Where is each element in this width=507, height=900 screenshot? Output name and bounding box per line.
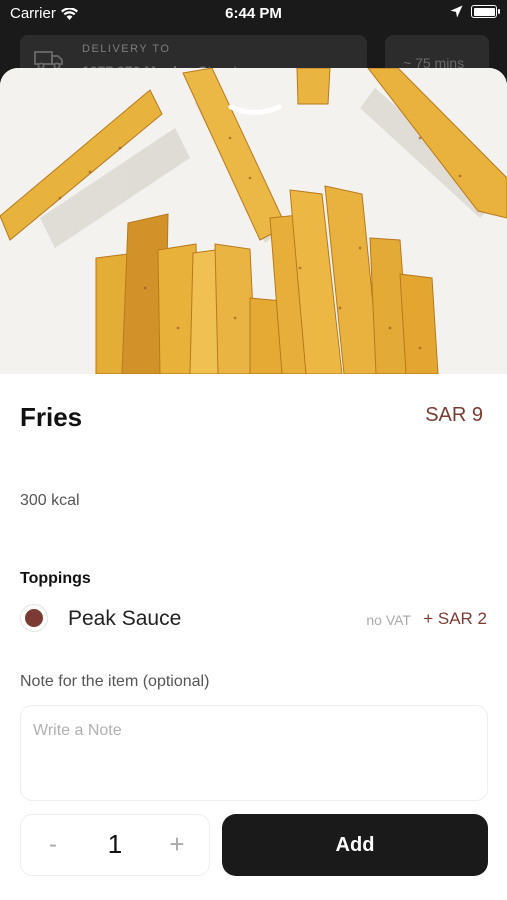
battery-icon xyxy=(471,5,500,18)
topping-vat-note: no VAT xyxy=(366,612,411,628)
topping-name: Peak Sauce xyxy=(68,607,182,630)
location-arrow-icon xyxy=(450,5,463,18)
status-time: 6:44 PM xyxy=(225,5,282,22)
note-input[interactable] xyxy=(20,705,488,801)
item-price: SAR 9 xyxy=(425,404,483,426)
increase-quantity-button[interactable]: + xyxy=(163,829,191,860)
radio-selected-dot xyxy=(25,609,43,627)
delivery-to-label: DELIVERY TO xyxy=(82,43,171,55)
add-to-cart-button[interactable]: Add xyxy=(222,814,488,876)
status-bar: Carrier 6:44 PM xyxy=(0,0,507,30)
quantity-stepper: - 1 + xyxy=(20,814,210,876)
note-label: Note for the item (optional) xyxy=(20,673,210,690)
topping-price: + SAR 2 xyxy=(423,609,487,628)
topping-option[interactable]: Peak Sauce no VAT + SAR 2 xyxy=(20,602,487,636)
sheet-dismiss-chevron-icon[interactable] xyxy=(228,104,282,118)
item-detail-sheet: Fries SAR 9 300 kcal Toppings Peak Sauce… xyxy=(0,68,507,900)
topping-radio[interactable] xyxy=(20,604,48,632)
item-photo xyxy=(0,68,507,374)
status-indicators xyxy=(450,5,500,18)
toppings-heading: Toppings xyxy=(20,570,91,587)
item-calories: 300 kcal xyxy=(20,492,80,509)
item-title: Fries xyxy=(20,402,83,432)
